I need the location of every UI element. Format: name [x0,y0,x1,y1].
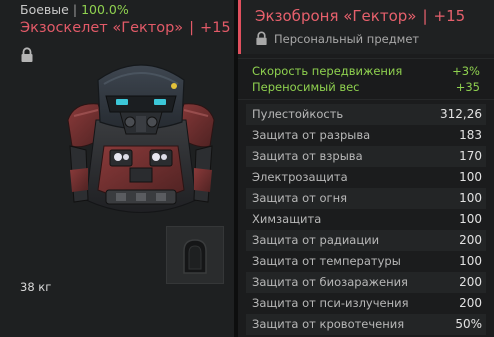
stat-row: Защита от биозаражения 200 [246,272,486,293]
separator: | [72,2,78,17]
stat-row: Защита от радиации 200 [246,230,486,251]
bonus-label: Скорость передвижения [252,64,403,78]
stat-row: Электрозащита 100 [246,167,486,188]
stat-label: Защита от биозаражения [252,275,408,289]
stat-row: Пулестойкость 312,26 [246,104,486,125]
stat-value: 100 [459,170,482,184]
item-title: Экзоскелет «Гектор» | +15 [20,20,231,36]
stat-label: Химзащита [252,212,322,226]
tooltip-title: Экзоброня «Гектор» | +15 [255,7,465,25]
stat-value: 170 [459,149,482,163]
personal-item-label: Персональный предмет [274,32,420,46]
item-category-line: Боевые | 100.0% [20,2,129,17]
stat-row: Защита от огня 100 [246,188,486,209]
stat-row: Химзащита 100 [246,209,486,230]
separator: | [422,7,428,25]
bonus-value: +3% [452,64,480,78]
bonus-row: Переносимый вес +35 [252,80,480,96]
lock-icon [21,47,33,62]
stat-value: 183 [459,128,482,142]
stat-value: 312,26 [440,107,482,121]
bonus-value: +35 [455,80,480,94]
tooltip-item-name: Экзоброня «Гектор» [255,7,417,25]
bonus-row: Скорость передвижения +3% [252,64,480,80]
stat-label: Защита от разрыва [252,128,371,142]
stat-value: 100 [459,191,482,205]
stats-list: Пулестойкость 312,26 Защита от разрыва 183… [246,104,486,335]
stat-row: Защита от кровотечения 50% [246,314,486,335]
bonus-label: Переносимый вес [252,80,360,94]
stat-value: 50% [455,317,482,331]
stat-row: Защита от взрыва 170 [246,146,486,167]
lock-icon [256,31,267,45]
item-condition: 100.0% [81,2,129,17]
separator: | [189,20,195,36]
tooltip-item-level: +15 [433,7,466,25]
stat-row: Защита от разрыва 183 [246,125,486,146]
stat-row: Защита от пси-излучения 200 [246,293,486,314]
tooltip-header: Экзоброня «Гектор» | +15 Персональный пред… [238,0,494,54]
item-card[interactable]: Боевые | 100.0% Экзоскелет «Гектор» | +15 [0,0,234,337]
stat-row: Защита от температуры 100 [246,251,486,272]
stat-value: 100 [459,254,482,268]
stat-label: Защита от огня [252,191,348,205]
container-slot-icon [183,239,207,274]
armored-exoskeleton-image [67,64,215,213]
stat-label: Пулестойкость [252,107,344,121]
item-name: Экзоскелет «Гектор» [20,20,184,36]
container-slot[interactable] [166,226,224,284]
stat-label: Защита от кровотечения [252,317,405,331]
stat-value: 200 [459,275,482,289]
stat-value: 200 [459,296,482,310]
stat-value: 100 [459,212,482,226]
item-level: +15 [200,20,231,36]
stat-value: 200 [459,233,482,247]
bonus-section: Скорость передвижения +3% Переносимый ве… [238,58,494,100]
item-tooltip: Экзоброня «Гектор» | +15 Персональный пред… [238,0,494,337]
stat-label: Защита от радиации [252,233,380,247]
item-category: Боевые [20,2,69,17]
item-weight: 38 кг [20,280,52,294]
stat-label: Защита от температуры [252,254,401,268]
stat-label: Электрозащита [252,170,348,184]
stat-label: Защита от пси-излучения [252,296,409,310]
stat-label: Защита от взрыва [252,149,363,163]
